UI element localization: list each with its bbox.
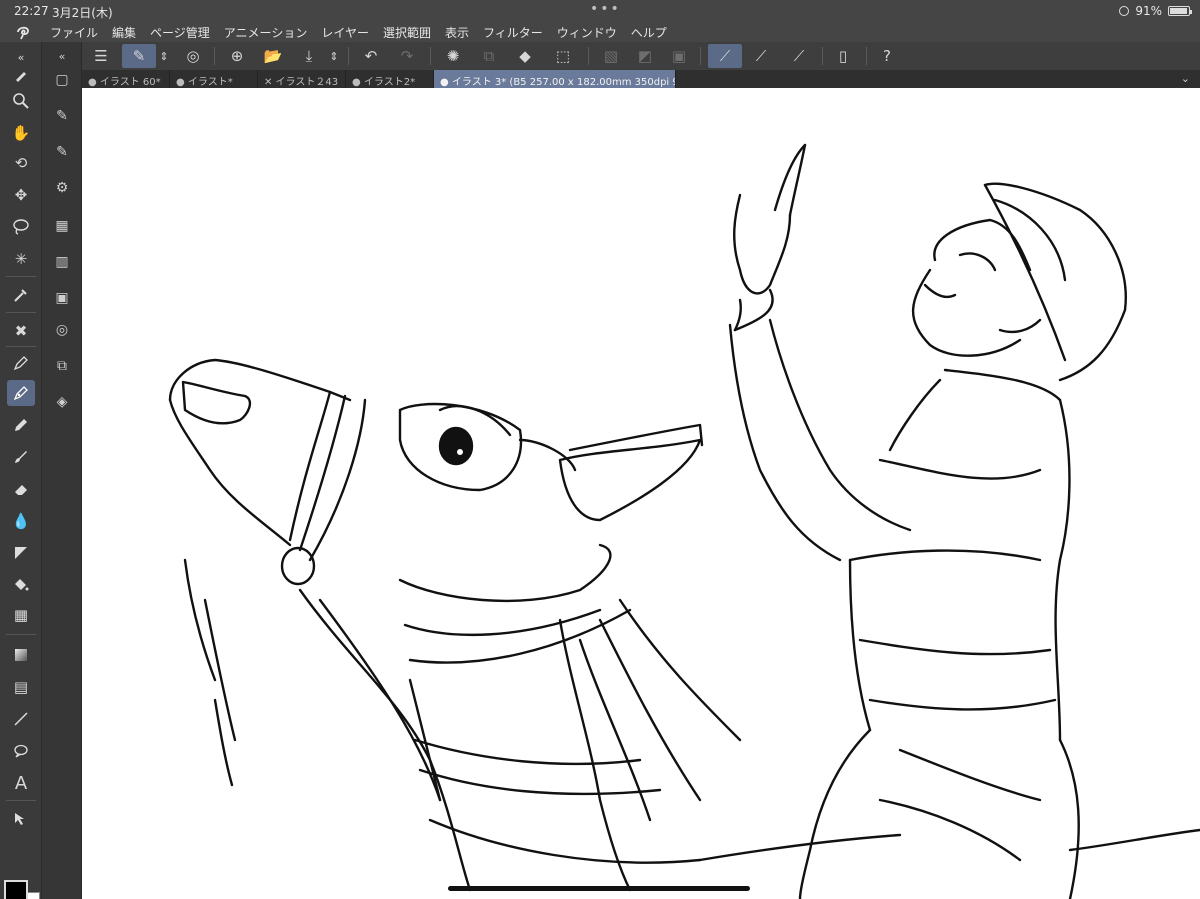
multitasking-dots[interactable]: ••• — [590, 1, 621, 17]
brush-command-icon[interactable]: ✎ — [122, 44, 156, 68]
tab-illust-3-active[interactable]: ● イラスト 3* (B5 257.00 x 182.00mm 350dpi 9… — [434, 70, 676, 88]
invert-selection-icon[interactable]: ◩ — [632, 44, 658, 68]
menu-view[interactable]: 表示 — [445, 24, 469, 41]
brush-icon[interactable] — [7, 444, 35, 470]
secondary-palette: « ▢ ✎ ✎ ⚙ ▦ ▥ ▣ ◎ ⧉ ◈ — [42, 42, 82, 899]
app-logo-icon[interactable] — [14, 23, 32, 41]
save-updown-icon[interactable]: ⇕ — [326, 44, 342, 68]
magic-wand-icon[interactable]: ✳ — [7, 246, 35, 272]
menu-edit[interactable]: 編集 — [112, 24, 136, 41]
redo-icon[interactable]: ↷ — [394, 44, 420, 68]
updown-icon[interactable]: ⇕ — [156, 44, 172, 68]
sub-tool-detail-icon[interactable]: ✎ — [50, 104, 74, 128]
selection-frame-icon[interactable]: ▣ — [666, 44, 692, 68]
tool-property-icon[interactable]: ⚙ — [50, 176, 74, 200]
smartphone-icon[interactable]: ▯ — [830, 44, 856, 68]
app-window: 22:27 3月2日(木) ••• 91% ファイル 編集 ページ管理 アニメー… — [0, 0, 1200, 899]
help-icon[interactable]: ? — [874, 44, 900, 68]
status-date: 3月2日(木) — [52, 6, 113, 20]
menu-window[interactable]: ウィンドウ — [557, 24, 617, 41]
menu-help[interactable]: ヘルプ — [631, 24, 667, 41]
battery-icon — [1168, 6, 1192, 16]
menu-page[interactable]: ページ管理 — [150, 24, 210, 41]
pen-small-icon[interactable] — [7, 62, 35, 88]
gradient-icon[interactable] — [7, 642, 35, 668]
snap-grid-icon[interactable]: ⟋ — [786, 44, 812, 68]
clear-selection-icon[interactable]: ▧ — [598, 44, 624, 68]
eraser-icon[interactable] — [7, 476, 35, 502]
orientation-lock-icon — [1119, 6, 1130, 16]
ruler-tool-icon[interactable]: ✖ — [7, 318, 35, 344]
menu-layer[interactable]: レイヤー — [321, 24, 369, 41]
loading-icon[interactable]: ✺ — [440, 44, 466, 68]
color-set-icon[interactable]: ▦ — [50, 214, 74, 238]
transform-icon[interactable]: ⬚ — [550, 44, 576, 68]
open-folder-icon[interactable]: 📂 — [260, 44, 286, 68]
status-time: 22:27 — [14, 4, 49, 18]
timeline-icon[interactable]: ▥ — [50, 250, 74, 274]
home-indicator[interactable] — [448, 886, 750, 891]
tab-illust-2[interactable]: ● イラスト2* — [346, 70, 434, 88]
frame-border-icon[interactable]: ▤ — [7, 674, 35, 700]
drawing-canvas[interactable] — [82, 88, 1200, 899]
battery-status: 91% — [1119, 4, 1192, 18]
new-canvas-icon[interactable]: ⊕ — [224, 44, 250, 68]
save-icon[interactable]: ⤓ — [296, 44, 322, 68]
blend-icon[interactable]: 💧 — [7, 508, 35, 534]
hand-icon[interactable]: ✋ — [7, 120, 35, 146]
brush-size-icon[interactable]: ✎ — [50, 140, 74, 164]
decoration-icon[interactable]: ▦ — [7, 602, 35, 628]
lasso-icon[interactable] — [7, 214, 35, 240]
copy-icon[interactable]: ⧉ — [476, 44, 502, 68]
chevron-down-icon[interactable]: ⌄ — [1181, 72, 1190, 85]
tab-illust-60[interactable]: ● イラスト 60* — [82, 70, 170, 88]
tool-palette: « ✋ ⟲ ✥ ✳ ✖ 💧 ▦ ▤ A — [0, 42, 42, 899]
document-tabs: ● イラスト 60* ● イラスト* ✕ イラスト２43 ● イラスト2* ● … — [82, 70, 1200, 88]
snap-special-icon[interactable]: ⟋ — [748, 44, 774, 68]
menu-filter[interactable]: フィルター — [483, 24, 543, 41]
pen-icon[interactable] — [7, 350, 35, 376]
command-bar: ☰ ✎ ⇕ ◎ ⊕ 📂 ⤓ ⇕ ↶ ↷ ✺ ⧉ ◆ ⬚ ▧ ◩ ▣ ⟋ ⟋ ⟋ … — [82, 42, 1200, 70]
magnifier-icon[interactable] — [7, 88, 35, 114]
spiral-icon[interactable]: ◎ — [180, 44, 206, 68]
balloon-icon[interactable] — [7, 738, 35, 764]
operation-icon[interactable] — [7, 806, 35, 832]
menu-file[interactable]: ファイル — [50, 24, 98, 41]
layer-property-icon[interactable]: ⧉ — [50, 354, 74, 378]
eyedropper-icon[interactable] — [7, 282, 35, 308]
menu-bar: ファイル 編集 ページ管理 アニメーション レイヤー 選択範囲 表示 フィルター… — [0, 22, 1200, 42]
material-icon[interactable]: ▣ — [50, 286, 74, 310]
undo-icon[interactable]: ↶ — [358, 44, 384, 68]
line-art-drawing — [168, 143, 1200, 899]
menu-select[interactable]: 選択範囲 — [383, 24, 431, 41]
foreground-color-swatch[interactable] — [4, 880, 28, 899]
status-bar: 22:27 3月2日(木) ••• 91% — [0, 0, 1200, 22]
pencil-icon[interactable] — [7, 412, 35, 438]
pen-active-icon[interactable] — [7, 380, 35, 406]
navigator-icon[interactable]: ◎ — [50, 318, 74, 342]
menu-animation[interactable]: アニメーション — [224, 24, 308, 41]
collapse-sub-icon[interactable]: « — [50, 44, 74, 68]
rotate-icon[interactable]: ⟲ — [7, 150, 35, 176]
fill-icon[interactable] — [7, 572, 35, 598]
tab-illust-2-43[interactable]: ✕ イラスト２43 — [258, 70, 346, 88]
figure-icon[interactable] — [7, 540, 35, 566]
sub-tool-icon[interactable]: ▢ — [50, 68, 74, 92]
text-icon[interactable]: A — [7, 770, 35, 796]
battery-percent: 91% — [1135, 4, 1162, 18]
tab-illust[interactable]: ● イラスト* — [170, 70, 258, 88]
line-icon[interactable] — [7, 706, 35, 732]
fill-command-icon[interactable]: ◆ — [512, 44, 538, 68]
snap-ruler-icon[interactable]: ⟋ — [708, 44, 742, 68]
move-icon[interactable]: ✥ — [7, 182, 35, 208]
layer-icon[interactable]: ◈ — [50, 390, 74, 414]
hamburger-menu-icon[interactable]: ☰ — [88, 44, 114, 68]
